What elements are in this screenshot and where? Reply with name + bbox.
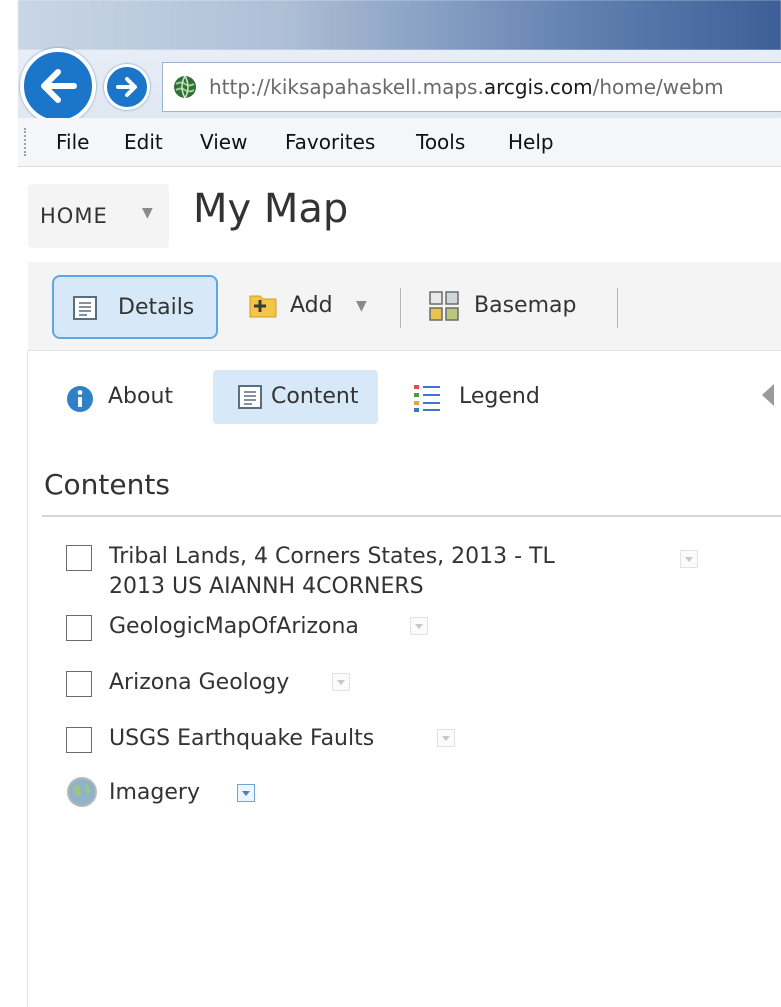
globe-icon xyxy=(174,75,196,99)
menu-tools[interactable]: Tools xyxy=(416,130,465,154)
layer-options-dropdown-icon[interactable] xyxy=(237,784,255,802)
home-label: HOME xyxy=(40,204,108,228)
layer-options-dropdown-icon[interactable] xyxy=(410,617,428,635)
collapse-panel-icon[interactable] xyxy=(762,384,774,406)
back-arrow-icon xyxy=(41,69,77,103)
toolbar-divider xyxy=(617,288,618,328)
details-label: Details xyxy=(118,295,195,320)
layer-name[interactable]: USGS Earthquake Faults xyxy=(109,724,374,753)
layer-name[interactable]: Arizona Geology xyxy=(109,668,289,697)
browser-title-bar xyxy=(18,0,781,50)
layer-options-dropdown-icon[interactable] xyxy=(332,673,350,691)
layer-visibility-checkbox[interactable] xyxy=(66,545,92,571)
tab-content[interactable]: Content xyxy=(213,370,378,424)
chevron-down-icon: ▼ xyxy=(356,298,367,314)
layer-options-dropdown-icon[interactable] xyxy=(680,550,698,568)
globe-icon xyxy=(67,777,97,807)
panel-border xyxy=(27,350,28,1007)
add-label: Add xyxy=(290,293,333,318)
content-list-icon xyxy=(238,385,262,409)
page-title: My Map xyxy=(193,186,349,232)
forward-button[interactable] xyxy=(104,64,150,110)
legend-icon xyxy=(414,385,440,412)
tab-legend-label: Legend xyxy=(459,384,540,409)
layer-name[interactable]: Imagery xyxy=(109,778,200,807)
menu-edit[interactable]: Edit xyxy=(124,130,163,154)
menu-view[interactable]: View xyxy=(200,130,247,154)
layer-visibility-checkbox[interactable] xyxy=(66,727,92,753)
tab-content-label: Content xyxy=(271,384,359,409)
menu-favorites[interactable]: Favorites xyxy=(285,130,375,154)
menu-grip xyxy=(24,128,29,156)
url-suffix: /home/webm xyxy=(592,75,724,99)
basemap-grid-icon xyxy=(429,291,459,321)
layer-name[interactable]: GeologicMapOfArizona xyxy=(109,612,359,641)
window-edge xyxy=(0,0,18,1007)
toolbar-divider xyxy=(400,288,401,328)
add-layer-icon xyxy=(249,295,277,318)
url-text: http://kiksapahaskell.maps.arcgis.com/ho… xyxy=(209,75,724,99)
url-prefix: http://kiksapahaskell.maps. xyxy=(209,75,484,99)
chevron-down-icon: ▼ xyxy=(142,205,153,221)
details-button[interactable]: Details xyxy=(52,275,218,339)
info-icon xyxy=(67,386,93,412)
layer-name-line2[interactable]: 2013 US AIANNH 4CORNERS xyxy=(109,572,424,601)
basemap-label: Basemap xyxy=(474,293,577,318)
contents-divider xyxy=(42,515,781,517)
url-domain: arcgis.com xyxy=(483,75,593,99)
menu-file[interactable]: File xyxy=(56,130,89,154)
home-button[interactable]: HOME ▼ xyxy=(28,184,169,248)
layer-visibility-checkbox[interactable] xyxy=(66,671,92,697)
menu-help[interactable]: Help xyxy=(508,130,554,154)
layer-visibility-checkbox[interactable] xyxy=(66,615,92,641)
details-icon xyxy=(73,296,97,320)
layer-name-line1[interactable]: Tribal Lands, 4 Corners States, 2013 - T… xyxy=(109,542,555,571)
forward-arrow-icon xyxy=(116,77,137,97)
back-button[interactable] xyxy=(20,48,96,124)
address-bar[interactable]: http://kiksapahaskell.maps.arcgis.com/ho… xyxy=(162,62,781,112)
layer-options-dropdown-icon[interactable] xyxy=(437,729,455,747)
tab-about-label: About xyxy=(108,384,174,409)
menu-bar: File Edit View Favorites Tools Help xyxy=(18,118,781,167)
contents-heading: Contents xyxy=(44,468,170,501)
map-toolbar: Details Add ▼ Basemap xyxy=(28,262,781,351)
